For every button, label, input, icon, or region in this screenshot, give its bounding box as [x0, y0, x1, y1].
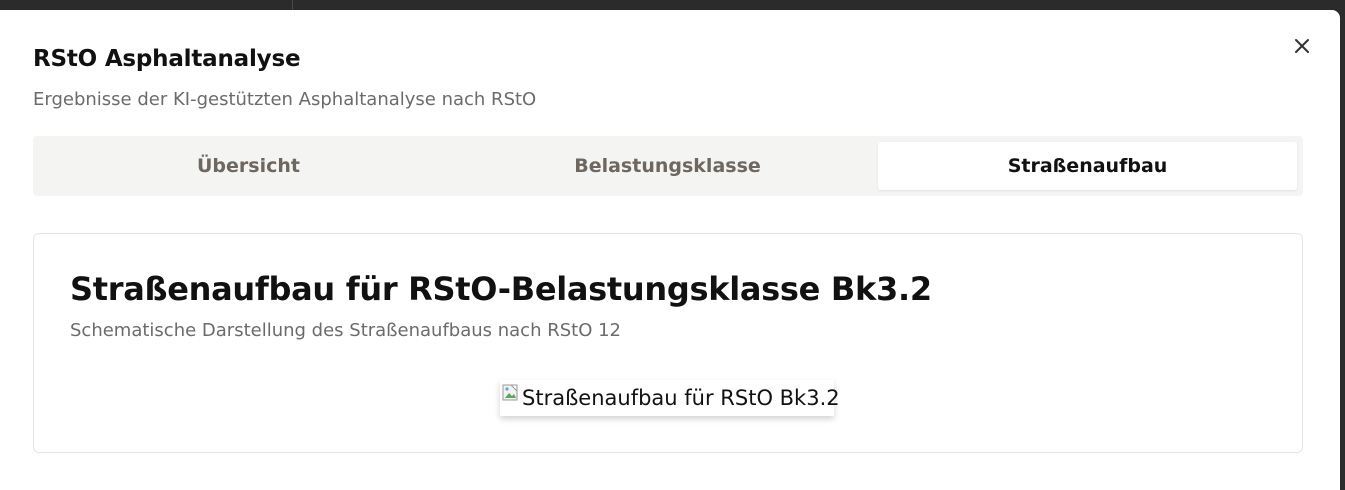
- dialog-title: RStO Asphaltanalyse: [33, 46, 301, 72]
- dialog-subtitle: Ergebnisse der KI-gestützten Asphaltanal…: [33, 89, 537, 110]
- top-bar-divider: [292, 0, 293, 10]
- card-subtitle: Schematische Darstellung des Straßenaufb…: [70, 320, 621, 341]
- road-structure-image: Straßenaufbau für RStO Bk3.2: [500, 380, 840, 416]
- card-title: Straßenaufbau für RStO-Belastungsklasse …: [70, 270, 932, 308]
- analysis-dialog: RStO Asphaltanalyse Ergebnisse der KI-ge…: [0, 10, 1340, 490]
- image-alt-text: Straßenaufbau für RStO Bk3.2: [522, 386, 840, 410]
- tab-uebersicht[interactable]: Übersicht: [39, 142, 458, 190]
- tab-strassenaufbau[interactable]: Straßenaufbau: [878, 142, 1297, 190]
- tab-belastungsklasse[interactable]: Belastungsklasse: [458, 142, 877, 190]
- broken-image-icon: [502, 384, 520, 402]
- road-structure-card: Straßenaufbau für RStO-Belastungsklasse …: [33, 233, 1303, 453]
- close-button[interactable]: [1290, 34, 1314, 58]
- close-icon: [1290, 34, 1314, 58]
- tab-list: Übersicht Belastungsklasse Straßenaufbau: [33, 136, 1303, 196]
